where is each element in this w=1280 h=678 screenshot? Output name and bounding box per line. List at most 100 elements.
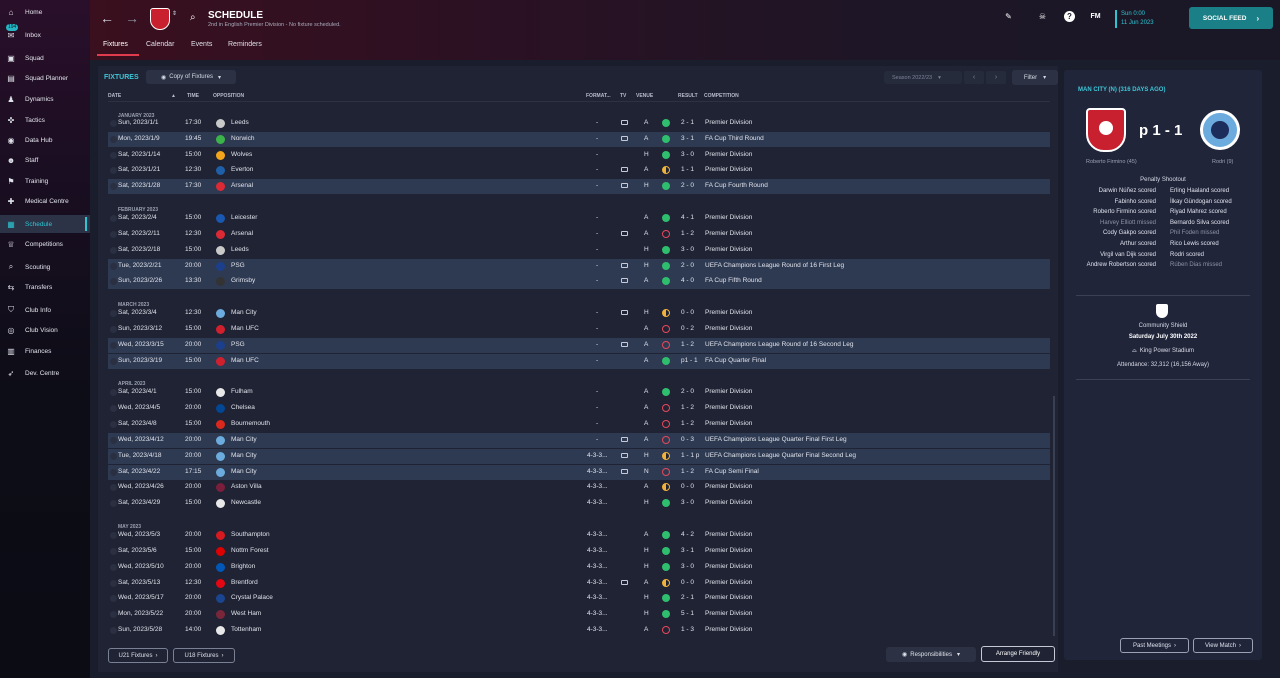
table-row[interactable]: Wed, 2023/4/26 20:00 Aston Villa 4-3-3... A 0… (108, 480, 1050, 495)
u21-fixtures-button[interactable]: U21 Fixtures › (108, 648, 168, 663)
opponent-name[interactable]: Man City (231, 436, 257, 443)
filter-button[interactable]: Filter ▾ (1012, 70, 1058, 85)
table-row[interactable]: Sat, 2023/2/11 12:30 Arsenal - A 1 - 2 Premier… (108, 227, 1050, 242)
col-tv[interactable]: TV (620, 93, 626, 99)
row-select-radio[interactable] (110, 136, 117, 143)
table-row[interactable]: Wed, 2023/5/17 20:00 Crystal Palace 4-3-3..… (108, 591, 1050, 606)
col-date[interactable]: DATE (108, 93, 121, 99)
table-row[interactable]: Wed, 2023/4/12 20:00 Man City - A 0 - 3 UEFA C… (108, 433, 1050, 448)
table-row[interactable]: Sat, 2023/3/4 12:30 Man City - H 0 - 0 Premier… (108, 306, 1050, 321)
table-row[interactable]: Sat, 2023/4/1 15:00 Fulham - A 2 - 0 Premier D… (108, 385, 1050, 400)
sidebar-item-home[interactable]: ⌂ Home (0, 3, 90, 21)
current-date[interactable]: Sun 0:00 11 Jun 2023 (1115, 10, 1154, 28)
opponent-name[interactable]: Crystal Palace (231, 594, 273, 601)
opponent-name[interactable]: Man UFC (231, 325, 259, 332)
tab-fixtures[interactable]: Fixtures (103, 41, 128, 48)
sidebar-item-dynamics[interactable]: ♟ Dynamics (0, 90, 90, 108)
sidebar-item-squad[interactable]: ▣ Squad (0, 49, 90, 67)
table-row[interactable]: Sat, 2023/1/14 15:00 Wolves - H 3 - 0 Premier … (108, 148, 1050, 163)
social-feed-button[interactable]: SOCIAL FEED › (1189, 7, 1273, 29)
edit-icon[interactable]: ✎ (1003, 11, 1014, 22)
sidebar-item-inbox[interactable]: ✉ 194 Inbox (0, 24, 90, 44)
arrange-friendly-button[interactable]: Arrange Friendly (981, 646, 1055, 662)
opponent-name[interactable]: Bournemouth (231, 420, 270, 427)
table-row[interactable]: Sat, 2023/1/21 12:30 Everton - A 1 - 1 Premier… (108, 163, 1050, 178)
row-select-radio[interactable] (110, 564, 117, 571)
past-meetings-button[interactable]: Past Meetings › (1120, 638, 1189, 653)
opponent-name[interactable]: Man UFC (231, 357, 259, 364)
row-select-radio[interactable] (110, 405, 117, 412)
col-competition[interactable]: COMPETITION (704, 93, 739, 99)
sidebar-item-staff[interactable]: ☻ Staff (0, 151, 90, 169)
search-icon[interactable]: ⌕ (190, 12, 196, 23)
table-row[interactable]: Sat, 2023/2/18 15:00 Leeds - H 3 - 0 Premier D… (108, 243, 1050, 258)
opponent-name[interactable]: Fulham (231, 388, 253, 395)
row-select-radio[interactable] (110, 120, 117, 127)
row-select-radio[interactable] (110, 532, 117, 539)
row-select-radio[interactable] (110, 500, 117, 507)
responsibilities-button[interactable]: ◉ Responsibilities ▾ (886, 647, 976, 662)
opponent-name[interactable]: West Ham (231, 610, 261, 617)
col-opposition[interactable]: OPPOSITION (213, 93, 244, 99)
sidebar-item-tactics[interactable]: ✜ Tactics (0, 111, 90, 129)
opponent-name[interactable]: Man City (231, 452, 257, 459)
sidebar-item-dev-centre[interactable]: ➶ Dev. Centre (0, 364, 90, 382)
table-row[interactable]: Wed, 2023/3/15 20:00 PSG - A 1 - 2 UEFA Champi… (108, 338, 1050, 353)
sidebar-item-squad-planner[interactable]: ▤ Squad Planner (0, 69, 90, 87)
row-select-radio[interactable] (110, 437, 117, 444)
row-select-radio[interactable] (110, 580, 117, 587)
table-row[interactable]: Wed, 2023/5/3 20:00 Southampton 4-3-3... A 4 … (108, 528, 1050, 543)
opponent-name[interactable]: Chelsea (231, 404, 255, 411)
sort-arrow-icon[interactable]: ▲ (171, 93, 176, 99)
row-select-radio[interactable] (110, 326, 117, 333)
table-row[interactable]: Sat, 2023/2/4 15:00 Leicester - A 4 - 1 Premie… (108, 211, 1050, 226)
opponent-name[interactable]: Arsenal (231, 230, 253, 237)
table-row[interactable]: Mon, 2023/5/22 20:00 West Ham 4-3-3... H 5 - … (108, 607, 1050, 622)
table-row[interactable]: Sat, 2023/1/28 17:30 Arsenal - H 2 - 0 FA Cup … (108, 179, 1050, 194)
opponent-name[interactable]: Everton (231, 166, 253, 173)
club-switcher-icon[interactable]: ⇕ (172, 10, 177, 17)
opponent-name[interactable]: Norwich (231, 135, 254, 142)
opponent-name[interactable]: Brighton (231, 563, 255, 570)
sidebar-item-training[interactable]: ⚑ Training (0, 172, 90, 190)
sidebar-item-finances[interactable]: ▥ Finances (0, 342, 90, 360)
table-row[interactable]: Wed, 2023/4/5 20:00 Chelsea - A 1 - 2 Premier … (108, 401, 1050, 416)
tab-reminders[interactable]: Reminders (228, 41, 262, 48)
row-select-radio[interactable] (110, 421, 117, 428)
sidebar-item-competitions[interactable]: ♕ Competitions (0, 235, 90, 253)
row-select-radio[interactable] (110, 611, 117, 618)
col-result[interactable]: RESULT (678, 93, 698, 99)
opponent-name[interactable]: Tottenham (231, 626, 261, 633)
opponent-name[interactable]: Man City (231, 468, 257, 475)
sidebar-item-medical-centre[interactable]: ✚ Medical Centre (0, 192, 90, 210)
opponent-name[interactable]: Brentford (231, 579, 258, 586)
sidebar-item-club-vision[interactable]: ◎ Club Vision (0, 321, 90, 339)
view-match-button[interactable]: View Match › (1193, 638, 1253, 653)
table-row[interactable]: Sat, 2023/4/8 15:00 Bournemouth - A 1 - 2 Prem… (108, 417, 1050, 432)
table-row[interactable]: Sat, 2023/5/6 15:00 Nottm Forest 4-3-3... H 3… (108, 544, 1050, 559)
table-row[interactable]: Tue, 2023/2/21 20:00 PSG - H 2 - 0 UEFA Champi… (108, 259, 1050, 274)
row-select-radio[interactable] (110, 595, 117, 602)
forward-arrow-icon[interactable]: → (125, 10, 139, 26)
sidebar-item-schedule[interactable]: ▦ Schedule (0, 215, 90, 233)
row-select-radio[interactable] (110, 310, 117, 317)
row-select-radio[interactable] (110, 342, 117, 349)
table-row[interactable]: Sun, 2023/3/19 15:00 Man UFC - Ap1 - 1 FA Cup… (108, 354, 1050, 369)
sidebar-item-scouting[interactable]: ⌕ Scouting (0, 258, 90, 276)
sidebar-item-transfers[interactable]: ⇆ Transfers (0, 278, 90, 296)
row-select-radio[interactable] (110, 231, 117, 238)
opponent-name[interactable]: Southampton (231, 531, 270, 538)
row-select-radio[interactable] (110, 548, 117, 555)
fm-menu-icon[interactable]: FM (1090, 11, 1101, 22)
home-team-crest[interactable] (1086, 108, 1126, 152)
opponent-name[interactable]: Aston Villa (231, 483, 262, 490)
table-row[interactable]: Sun, 2023/2/26 13:30 Grimsby - A 4 - 0 FA Cup … (108, 274, 1050, 289)
help-icon[interactable]: ? (1064, 11, 1075, 22)
opponent-name[interactable]: Arsenal (231, 182, 253, 189)
table-row[interactable]: Sat, 2023/4/29 15:00 Newcastle 4-3-3... H 3 -… (108, 496, 1050, 511)
table-row[interactable]: Sun, 2023/1/1 17:30 Leeds - A 2 - 1 Premier Di… (108, 116, 1050, 131)
opponent-name[interactable]: Leicester (231, 214, 257, 221)
club-crest[interactable] (150, 8, 170, 30)
away-team-crest[interactable] (1200, 110, 1240, 150)
tab-events[interactable]: Events (191, 41, 212, 48)
